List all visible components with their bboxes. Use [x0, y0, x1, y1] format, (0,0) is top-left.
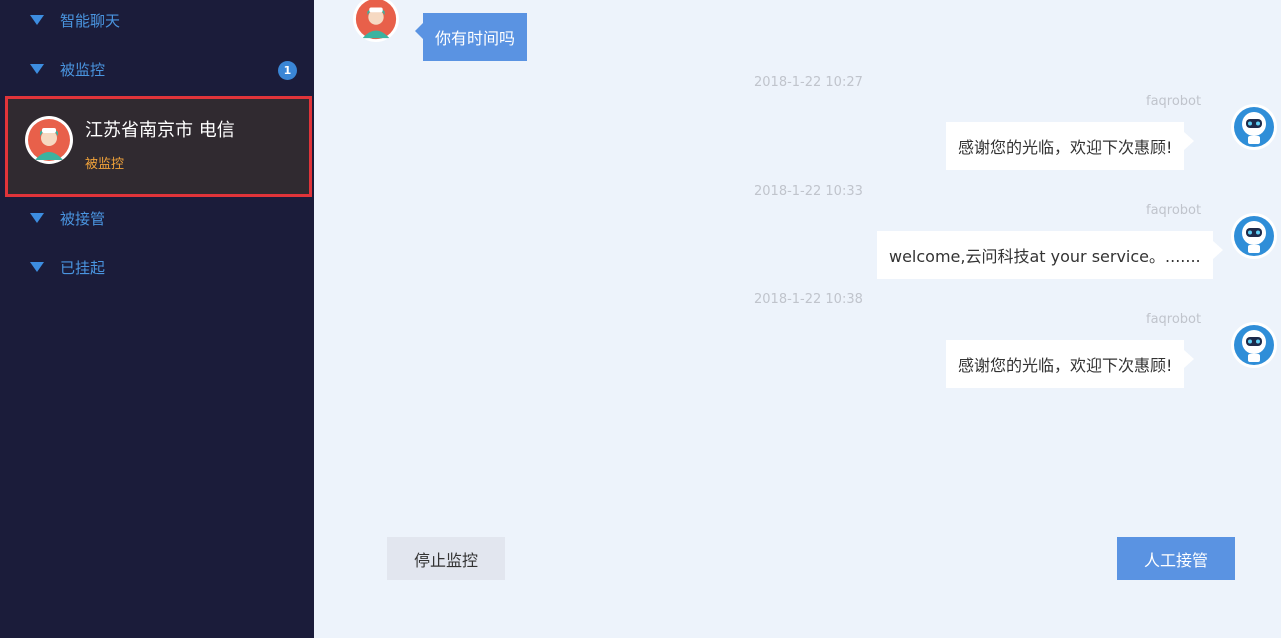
chat-panel: 你有时间吗 2018-1-22 10:27 faqrobot 感谢您的光临，欢迎… — [314, 0, 1281, 638]
message-timestamp: 2018-1-22 10:38 — [754, 292, 863, 307]
message-text: 你有时间吗 — [435, 29, 516, 48]
group-suspended[interactable]: 已挂起 — [0, 247, 314, 287]
message-timestamp: 2018-1-22 10:33 — [754, 184, 863, 199]
session-title: 江苏省南京市 电信 — [85, 120, 235, 141]
message-text: 感谢您的光临，欢迎下次惠顾! — [958, 356, 1173, 375]
session-item-selected[interactable]: 江苏省南京市 电信 被监控 — [5, 96, 312, 197]
sidebar: 智能聊天 被监控 1 江苏省南京市 电信 被监控 被接管 已挂起 — [0, 0, 314, 638]
triangle-down-icon — [30, 213, 44, 223]
robot-avatar-icon — [1231, 213, 1277, 259]
robot-avatar-icon — [1231, 322, 1277, 368]
group-label: 智能聊天 — [60, 12, 121, 30]
group-taken-over[interactable]: 被接管 — [0, 198, 314, 238]
group-label: 已挂起 — [60, 259, 106, 277]
message-timestamp: 2018-1-22 10:27 — [754, 75, 863, 90]
message-bubble-incoming: 你有时间吗 — [414, 13, 528, 61]
message-bubble-outgoing: 感谢您的光临，欢迎下次惠顾! — [946, 340, 1195, 388]
robot-avatar-icon — [1231, 104, 1277, 150]
group-monitored[interactable]: 被监控 1 — [0, 49, 314, 89]
triangle-down-icon — [30, 262, 44, 272]
group-smart-chat[interactable]: 智能聊天 — [0, 0, 314, 40]
message-bubble-outgoing: welcome,云问科技at your service。....... — [877, 231, 1223, 279]
group-label: 被监控 — [60, 61, 106, 79]
message-text: welcome,云问科技at your service。....... — [889, 247, 1201, 266]
triangle-down-icon — [30, 64, 44, 74]
sender-name: faqrobot — [1146, 312, 1202, 327]
sender-name: faqrobot — [1146, 94, 1202, 109]
stop-monitoring-button[interactable]: 停止监控 — [387, 537, 505, 580]
message-bubble-outgoing: 感谢您的光临，欢迎下次惠顾! — [946, 122, 1195, 170]
group-label: 被接管 — [60, 210, 106, 228]
sender-name: faqrobot — [1146, 203, 1202, 218]
session-status: 被监控 — [85, 157, 125, 172]
count-badge: 1 — [278, 61, 297, 80]
user-avatar-icon — [353, 0, 399, 42]
message-text: 感谢您的光临，欢迎下次惠顾! — [958, 138, 1173, 157]
user-avatar-icon — [25, 116, 73, 164]
manual-takeover-button[interactable]: 人工接管 — [1117, 537, 1235, 580]
triangle-down-icon — [30, 15, 44, 25]
